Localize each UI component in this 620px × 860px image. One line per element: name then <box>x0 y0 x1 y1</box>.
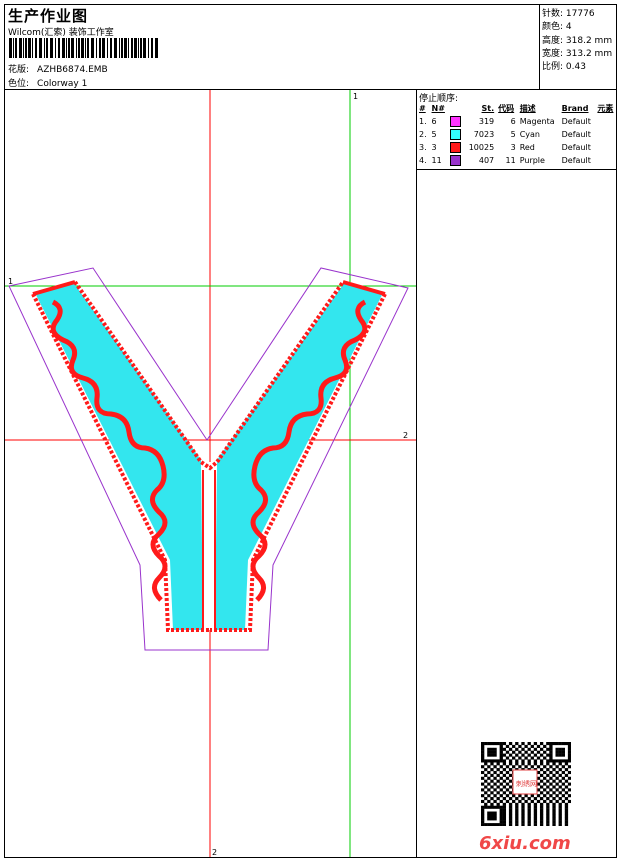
color-swatch <box>450 129 462 140</box>
stat-stitches: 针数: 17776 <box>542 9 595 19</box>
stat-height: 高度: 318.2 mm <box>542 36 613 46</box>
color-swatch <box>450 142 462 153</box>
colorway-row: 色位: Colorway 1 <box>8 76 87 89</box>
stop-sequence-table: 停止顺序: # N# St. 代码 描述 Brand 元素 1. 6 319 6… <box>416 90 616 170</box>
design-file: AZHB6874.EMB <box>37 65 108 75</box>
colorway-value: Colorway 1 <box>37 79 88 89</box>
qr-stamp-text: 刺绣网 <box>516 779 537 788</box>
guide-label-v1: 1 <box>353 92 358 101</box>
color-table: # N# St. 代码 描述 Brand 元素 1. 6 319 6 Magenta… <box>417 102 617 167</box>
qr-code: 刺绣网 <box>481 742 571 826</box>
stat-colors: 颜色: 4 <box>542 22 572 32</box>
table-row: 3. 3 10025 3 Red Default <box>419 142 591 153</box>
stats-panel: 针数: 17776 颜色: 4 高度: 318.2 mm 宽度: 313.2 m… <box>540 5 616 90</box>
company-name: Wilcom(汇索) 装饰工作室 <box>8 28 114 38</box>
watermark-text: 6xiu.com <box>479 833 571 854</box>
guide-label-h2: 2 <box>403 431 408 440</box>
header-info: 生产作业图 Wilcom(汇索) 装饰工作室 花版: AZHB6874.EMB 色… <box>5 5 540 90</box>
guide-label-h1: 1 <box>8 277 13 286</box>
color-swatch <box>450 155 462 166</box>
fill-body <box>213 282 383 630</box>
stat-width: 宽度: 313.2 mm <box>542 49 613 59</box>
page-title: 生产作业图 <box>8 7 89 25</box>
divider <box>416 170 417 857</box>
table-header: # N# St. 代码 描述 Brand 元素 <box>419 104 614 113</box>
table-row: 1. 6 319 6 Magenta Default <box>419 116 591 127</box>
fill-body <box>35 282 205 630</box>
colorway-label: 色位: <box>8 79 30 89</box>
production-sheet: 生产作业图 Wilcom(汇索) 装饰工作室 花版: AZHB6874.EMB 色… <box>4 4 617 858</box>
table-row: 4. 11 407 11 Purple Default <box>419 155 591 166</box>
design-row: 花版: AZHB6874.EMB <box>8 62 108 75</box>
guide-label-v2: 2 <box>212 848 217 857</box>
stat-scale: 比例: 0.43 <box>542 62 586 72</box>
design-label: 花版: <box>8 65 30 75</box>
color-swatch <box>450 116 462 127</box>
table-row: 2. 5 7023 5 Cyan Default <box>419 129 591 140</box>
barcode <box>9 38 158 58</box>
design-canvas: 1 2 1 2 <box>5 90 416 857</box>
